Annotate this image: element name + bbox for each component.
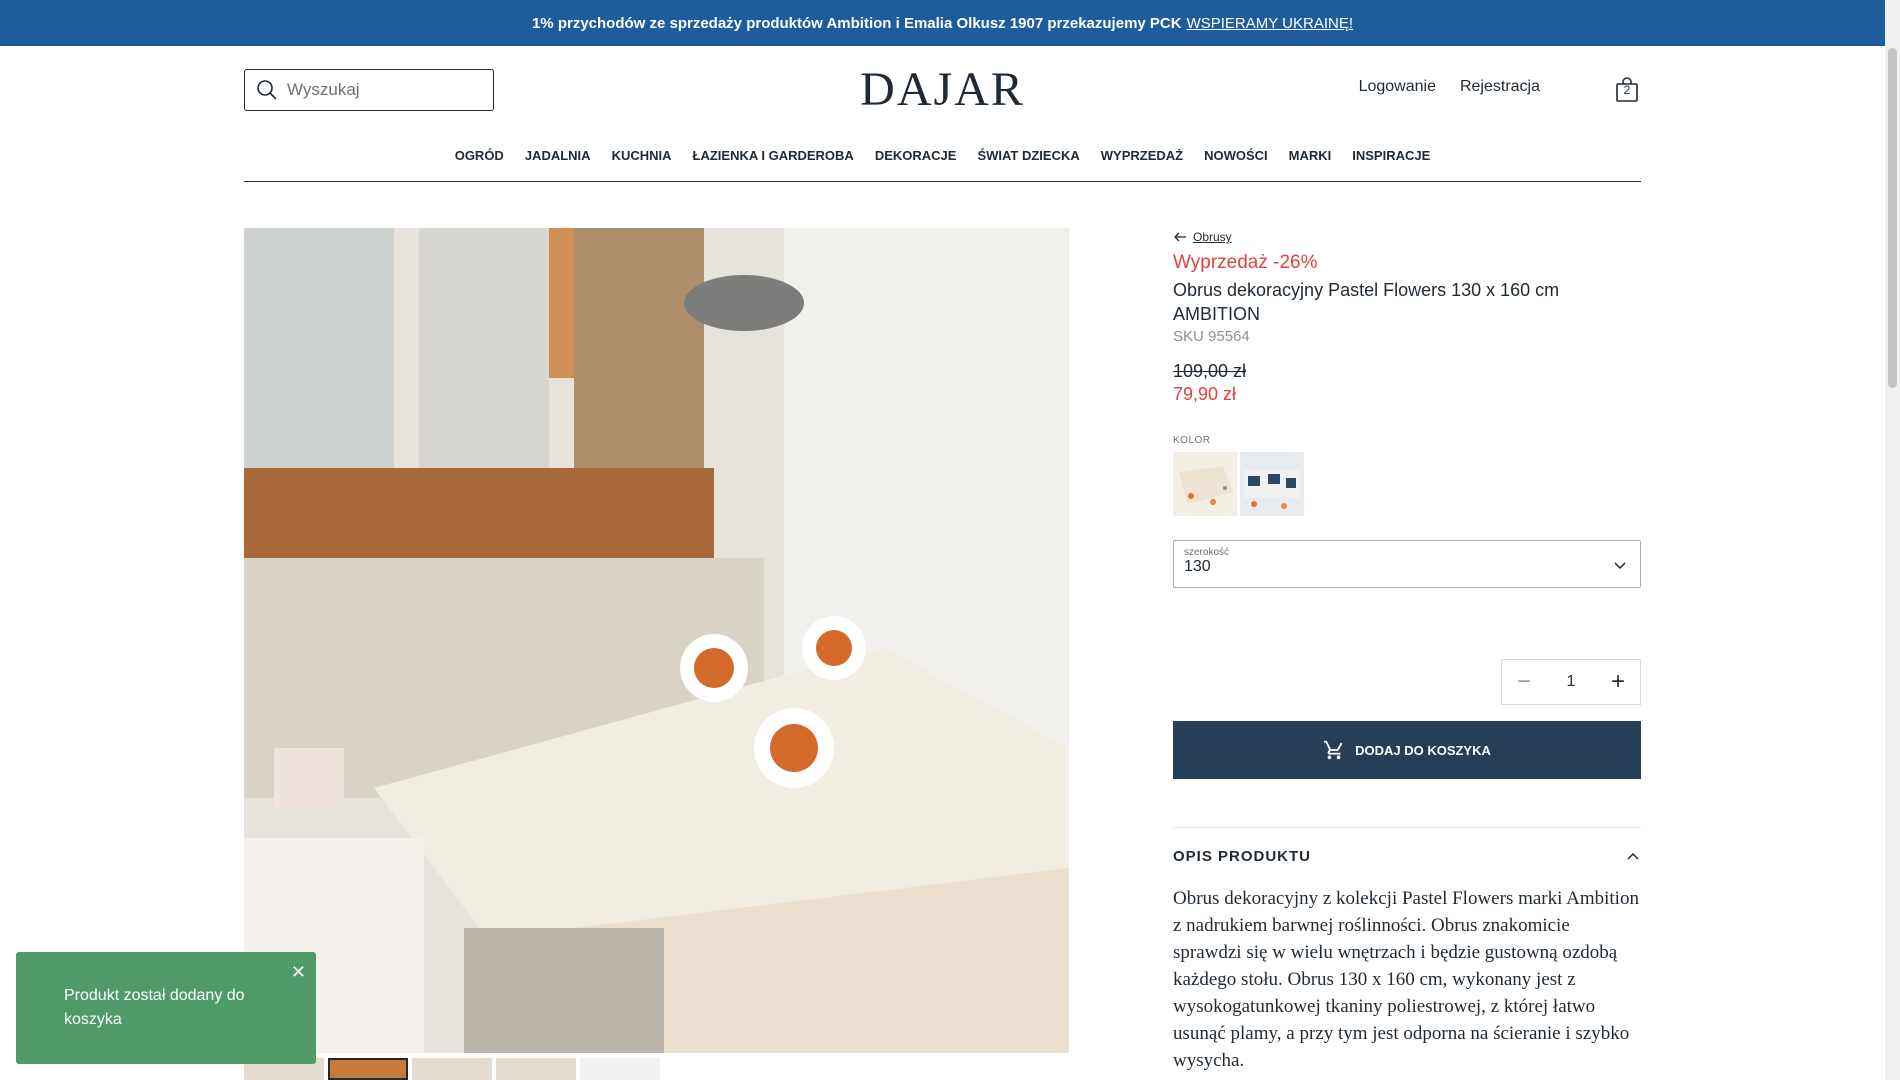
nav-item-nowosci[interactable]: NOWOŚCI	[1204, 148, 1268, 163]
chevron-down-icon	[1614, 562, 1626, 570]
nav-divider	[244, 181, 1641, 182]
cart-icon	[1324, 740, 1343, 760]
product-sku: SKU 95564	[1173, 328, 1250, 345]
cart-count: 2	[1623, 83, 1631, 97]
arrow-left-icon	[1174, 232, 1186, 242]
add-to-cart-button[interactable]: DODAJ DO KOSZYKA	[1173, 721, 1641, 779]
color-label: KOLOR	[1173, 435, 1211, 446]
search-box[interactable]	[244, 69, 494, 111]
swatch-image	[1240, 452, 1304, 516]
promo-banner: 1% przychodów ze sprzedaży produktów Amb…	[0, 0, 1885, 46]
nav-item-ogrod[interactable]: OGRÓD	[455, 148, 504, 163]
nav-item-jadalnia[interactable]: JADALNIA	[525, 148, 591, 163]
search-icon	[257, 80, 277, 100]
decrease-quantity-button[interactable]: −	[1514, 668, 1534, 696]
account-links: Logowanie Rejestracja	[1359, 78, 1540, 96]
breadcrumb-link[interactable]: Obrusy	[1193, 230, 1232, 244]
description-text: Obrus dekoracyjny z kolekcji Pastel Flow…	[1173, 888, 1639, 1071]
breadcrumb[interactable]: Obrusy	[1173, 230, 1641, 244]
nav-item-wyprzedaz[interactable]: WYPRZEDAŻ	[1101, 148, 1183, 163]
main-nav: OGRÓD JADALNIA KUCHNIA ŁAZIENKA I GARDER…	[244, 148, 1641, 163]
quantity-value[interactable]: 1	[1567, 673, 1576, 691]
toast-notification: ✕ Produkt został dodany do koszyka	[16, 952, 316, 1064]
cart-button[interactable]: 2	[1614, 77, 1640, 103]
login-link[interactable]: Logowanie	[1359, 78, 1436, 96]
nav-item-marki[interactable]: MARKI	[1289, 148, 1332, 163]
nav-item-swiat-dziecka[interactable]: ŚWIAT DZIECKA	[977, 148, 1079, 163]
increase-quantity-button[interactable]: +	[1608, 668, 1628, 696]
add-to-cart-label: DODAJ DO KOSZYKA	[1355, 742, 1491, 758]
description-divider	[1173, 827, 1641, 828]
size-select-label: szerokość	[1184, 547, 1230, 558]
quantity-stepper[interactable]: − 1 +	[1501, 659, 1641, 705]
thumbnail[interactable]	[412, 1058, 492, 1080]
size-select-value: 130	[1184, 558, 1211, 575]
product-main-image[interactable]	[244, 228, 1069, 1053]
nav-item-kuchnia[interactable]: KUCHNIA	[612, 148, 672, 163]
chevron-up-icon	[1627, 852, 1639, 860]
new-price: 79,90 zł	[1173, 384, 1237, 404]
logo[interactable]: DAJAR	[860, 62, 1025, 117]
product-info: Obrusy Wyprzedaż -26% Obrus dekoracyjny …	[1173, 230, 1641, 588]
banner-link[interactable]: WSPIERAMY UKRAINĘ!	[1187, 15, 1353, 32]
color-swatches	[1173, 452, 1641, 516]
banner-text: 1% przychodów ze sprzedaży produktów Amb…	[531, 14, 1182, 32]
nav-item-inspiracje[interactable]: INSPIRACJE	[1352, 148, 1430, 163]
description-heading: OPIS PRODUKTU	[1173, 848, 1312, 865]
old-price: 109,00 zł	[1173, 361, 1247, 381]
swatch-image	[1173, 452, 1237, 516]
scrollbar-thumb[interactable]	[1888, 48, 1897, 388]
color-swatch-blue[interactable]	[1240, 452, 1304, 516]
sale-badge: Wyprzedaż -26%	[1173, 252, 1318, 273]
thumbnail[interactable]	[580, 1058, 660, 1080]
product-title: Obrus dekoracyjny Pastel Flowers 130 x 1…	[1173, 280, 1560, 324]
size-select[interactable]: szerokość 130	[1173, 540, 1641, 588]
thumbnail[interactable]	[496, 1058, 576, 1080]
toast-message: Produkt został dodany do koszyka	[64, 987, 245, 1028]
search-input[interactable]	[287, 80, 477, 100]
close-icon[interactable]: ✕	[291, 960, 306, 984]
description-toggle[interactable]: OPIS PRODUKTU	[1173, 848, 1641, 865]
scrollbar[interactable]	[1885, 0, 1900, 1080]
color-swatch-pastel[interactable]	[1173, 452, 1237, 516]
nav-item-dekoracje[interactable]: DEKORACJE	[875, 148, 957, 163]
register-link[interactable]: Rejestracja	[1460, 78, 1540, 96]
thumbnail-active[interactable]	[328, 1058, 408, 1080]
product-photo	[244, 228, 1069, 1053]
nav-item-lazienka[interactable]: ŁAZIENKA I GARDEROBA	[693, 148, 854, 163]
